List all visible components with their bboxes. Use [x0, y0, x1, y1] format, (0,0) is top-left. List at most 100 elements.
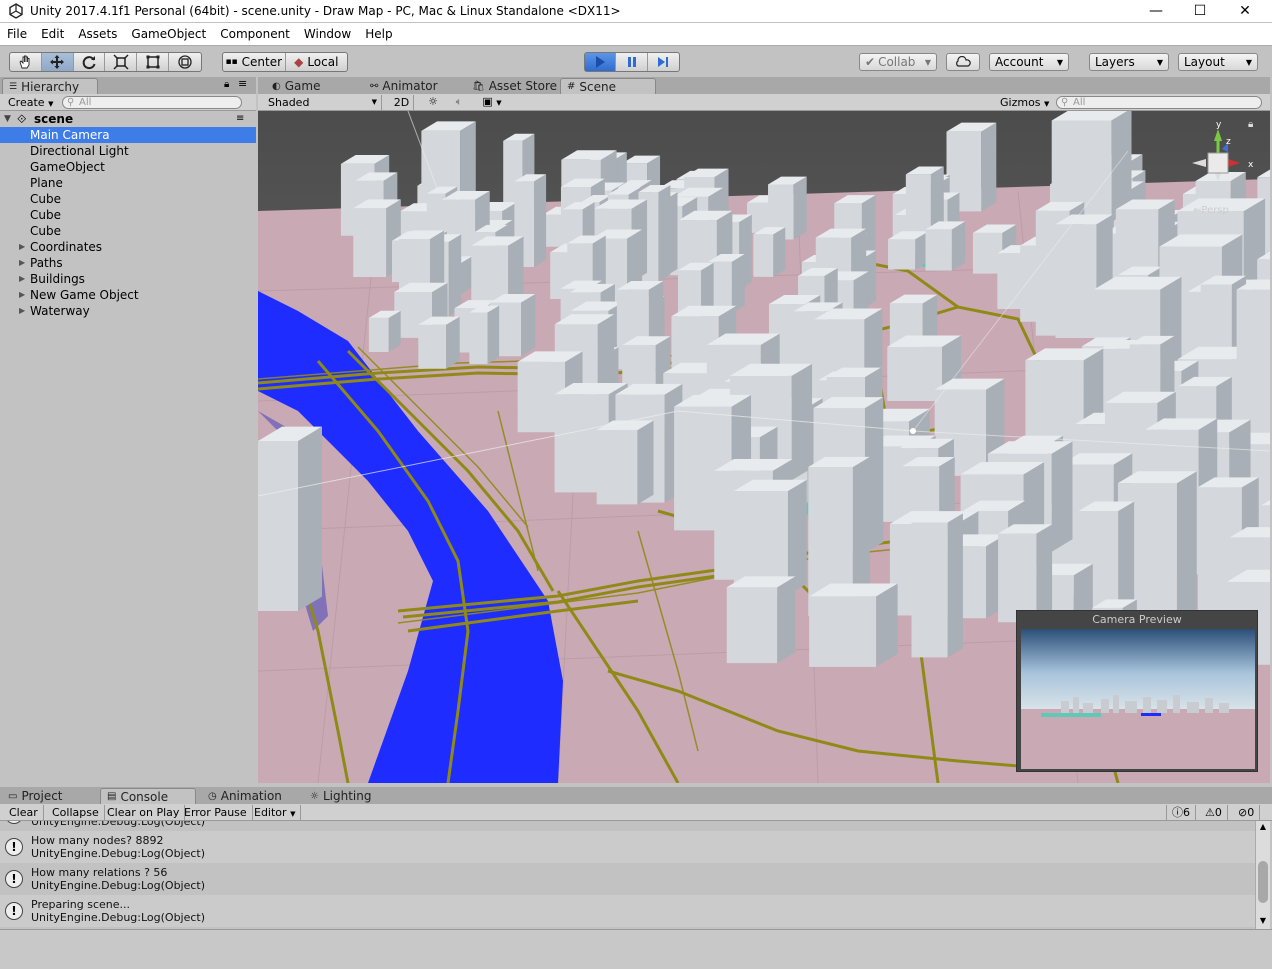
scroll-down-icon[interactable]: ▼ — [1256, 915, 1270, 927]
move-tool-button[interactable] — [41, 53, 74, 71]
effects-dropdown[interactable]: ▣ ▼ — [476, 95, 508, 110]
dropdown-arrow-icon: ▼ — [48, 100, 54, 108]
2d-toggle[interactable]: 2D — [390, 95, 414, 110]
gizmo-lock-icon[interactable]: 🔒︎ — [1248, 119, 1253, 130]
error-pause-button[interactable]: Error Pause — [179, 805, 253, 820]
gizmos-dropdown[interactable]: Gizmos ▼ — [996, 95, 1050, 110]
close-button[interactable]: ✕ — [1222, 0, 1268, 22]
tab-asset-store[interactable]: 🛍︎ Asset Store — [466, 78, 562, 94]
hierarchy-item[interactable]: Main Camera — [0, 127, 256, 143]
pause-button[interactable] — [616, 53, 648, 71]
hierarchy-item[interactable]: ▶ Waterway — [0, 303, 256, 319]
error-filter-toggle[interactable]: ⊘0 — [1233, 805, 1261, 820]
unity-logo-icon — [9, 3, 23, 19]
hierarchy-item[interactable]: ▶ Buildings — [0, 271, 256, 287]
console-entry[interactable]: ! How many nodes? 8892 UnityEngine.Debug:L… — [0, 831, 1255, 863]
orientation-gizmo[interactable]: y z x — [1188, 119, 1260, 199]
pivot-local-button[interactable]: ◆ Local — [286, 53, 348, 71]
hierarchy-item[interactable]: Directional Light — [0, 143, 256, 159]
tab-game[interactable]: ◐ Game — [266, 78, 358, 94]
expand-arrow-icon[interactable]: ▶ — [19, 287, 25, 303]
hierarchy-search-input[interactable]: ⚲ All — [62, 96, 242, 109]
error-icon: ⊘ — [1238, 806, 1248, 819]
expand-arrow-icon[interactable]: ▶ — [19, 255, 25, 271]
tab-lighting[interactable]: ☼ Lighting — [304, 788, 404, 804]
create-dropdown[interactable]: Create ▼ — [4, 95, 57, 110]
tab-scene[interactable]: # Scene — [560, 78, 656, 94]
scale-tool-button[interactable] — [105, 53, 138, 71]
camera-preview: Camera Preview — [1016, 610, 1258, 772]
transform-tool-button[interactable] — [169, 53, 201, 71]
image-icon: ▣ — [482, 95, 493, 108]
tab-hierarchy[interactable]: ☰ Hierarchy — [2, 78, 98, 94]
play-button[interactable] — [585, 53, 617, 71]
menu-window[interactable]: Window — [297, 27, 358, 41]
game-controller-icon: ◐ — [272, 80, 281, 92]
dropdown-arrow-icon: ▼ — [290, 810, 296, 818]
expand-arrow-icon[interactable]: ▶ — [19, 239, 25, 255]
hierarchy-item[interactable]: Cube — [0, 191, 256, 207]
step-button[interactable] — [648, 53, 679, 71]
layers-dropdown[interactable]: Layers ▼ — [1089, 53, 1169, 71]
expand-arrow-icon[interactable]: ▶ — [19, 303, 25, 319]
hierarchy-item[interactable]: Plane — [0, 175, 256, 191]
rotate-tool-button[interactable] — [74, 53, 106, 71]
console-entry[interactable]: !How many ways? 2442UnityEngine.Debug:Lo… — [0, 821, 1255, 831]
hierarchy-item[interactable]: GameObject — [0, 159, 256, 175]
rect-tool-button[interactable] — [137, 53, 170, 71]
collab-dropdown[interactable]: ✔ Collab ▼ — [859, 53, 937, 71]
tab-project[interactable]: ▭ Project — [2, 788, 98, 804]
account-dropdown[interactable]: Account ▼ — [989, 53, 1069, 71]
menu-edit[interactable]: Edit — [34, 27, 71, 41]
pivot-center-button[interactable]: ▪▪ Center — [223, 53, 286, 71]
building-face — [446, 316, 460, 369]
minimize-button[interactable]: — — [1133, 0, 1179, 22]
hierarchy-item[interactable]: ▶ Coordinates — [0, 239, 256, 255]
scroll-up-icon[interactable]: ▲ — [1256, 821, 1270, 833]
warning-filter-toggle[interactable]: ⚠0 — [1200, 805, 1228, 820]
clear-button[interactable]: Clear — [4, 805, 44, 820]
editor-dropdown[interactable]: Editor ▼ — [249, 805, 302, 820]
lock-icon[interactable]: 🔒︎ — [224, 79, 229, 90]
hand-tool-button[interactable] — [10, 53, 42, 71]
expand-triangle-icon: ▼ — [4, 114, 11, 124]
audio-toggle[interactable]: 🔈︎ — [448, 95, 470, 110]
building-face — [1176, 471, 1197, 621]
scroll-thumb[interactable] — [1258, 861, 1268, 903]
tab-console[interactable]: ▤ Console — [100, 788, 196, 804]
console-entry[interactable]: ! Preparing scene... UnityEngine.Debug:Log… — [0, 895, 1255, 927]
expand-arrow-icon[interactable]: ▶ — [19, 271, 25, 287]
menu-gameobject[interactable]: GameObject — [124, 27, 213, 41]
transform-tools — [9, 52, 202, 72]
tab-animation[interactable]: ◷ Animation — [202, 788, 302, 804]
scene-root-row[interactable]: ▼ ⟐ scene ≡ — [0, 111, 256, 127]
collapse-button[interactable]: Collapse — [47, 805, 105, 820]
clear-on-play-button[interactable]: Clear on Play — [102, 805, 186, 820]
perspective-label[interactable]: ⇐Persp — [1193, 205, 1229, 216]
tab-animator[interactable]: ⚯ Animator — [364, 78, 460, 94]
scene-menu-icon[interactable]: ≡ — [236, 111, 244, 127]
layout-dropdown[interactable]: Layout ▼ — [1178, 53, 1258, 71]
close-icon: ✕ — [1239, 3, 1251, 19]
console-log[interactable]: !How many ways? 2442UnityEngine.Debug:Lo… — [0, 821, 1255, 929]
cloud-button[interactable] — [946, 53, 980, 71]
console-toolbar: Clear Collapse Clear on Play Error Pause… — [0, 804, 1272, 821]
hierarchy-item[interactable]: Cube — [0, 223, 256, 239]
menu-help[interactable]: Help — [358, 27, 399, 41]
hierarchy-item[interactable]: ▶ New Game Object — [0, 287, 256, 303]
menu-component[interactable]: Component — [213, 27, 297, 41]
log-filter-toggle[interactable]: ⓘ6 — [1166, 805, 1196, 820]
building-face — [1051, 441, 1073, 552]
panel-menu-icon[interactable]: ≡ — [238, 77, 247, 90]
scene-search-input[interactable]: ⚲ All — [1056, 96, 1262, 109]
menu-assets[interactable]: Assets — [71, 27, 124, 41]
hierarchy-item[interactable]: Cube — [0, 207, 256, 223]
menu-file[interactable]: File — [0, 27, 34, 41]
console-entry[interactable]: ! How many relations ? 56 UnityEngine.Debu… — [0, 863, 1255, 895]
building-face — [534, 174, 547, 268]
maximize-button[interactable]: ☐ — [1177, 0, 1223, 22]
shading-mode-dropdown[interactable]: Shaded ▼ — [262, 95, 382, 110]
hierarchy-item[interactable]: ▶ Paths — [0, 255, 256, 271]
lighting-toggle[interactable]: ☼ — [422, 95, 444, 110]
console-scrollbar[interactable]: ▲ ▼ — [1255, 821, 1270, 929]
